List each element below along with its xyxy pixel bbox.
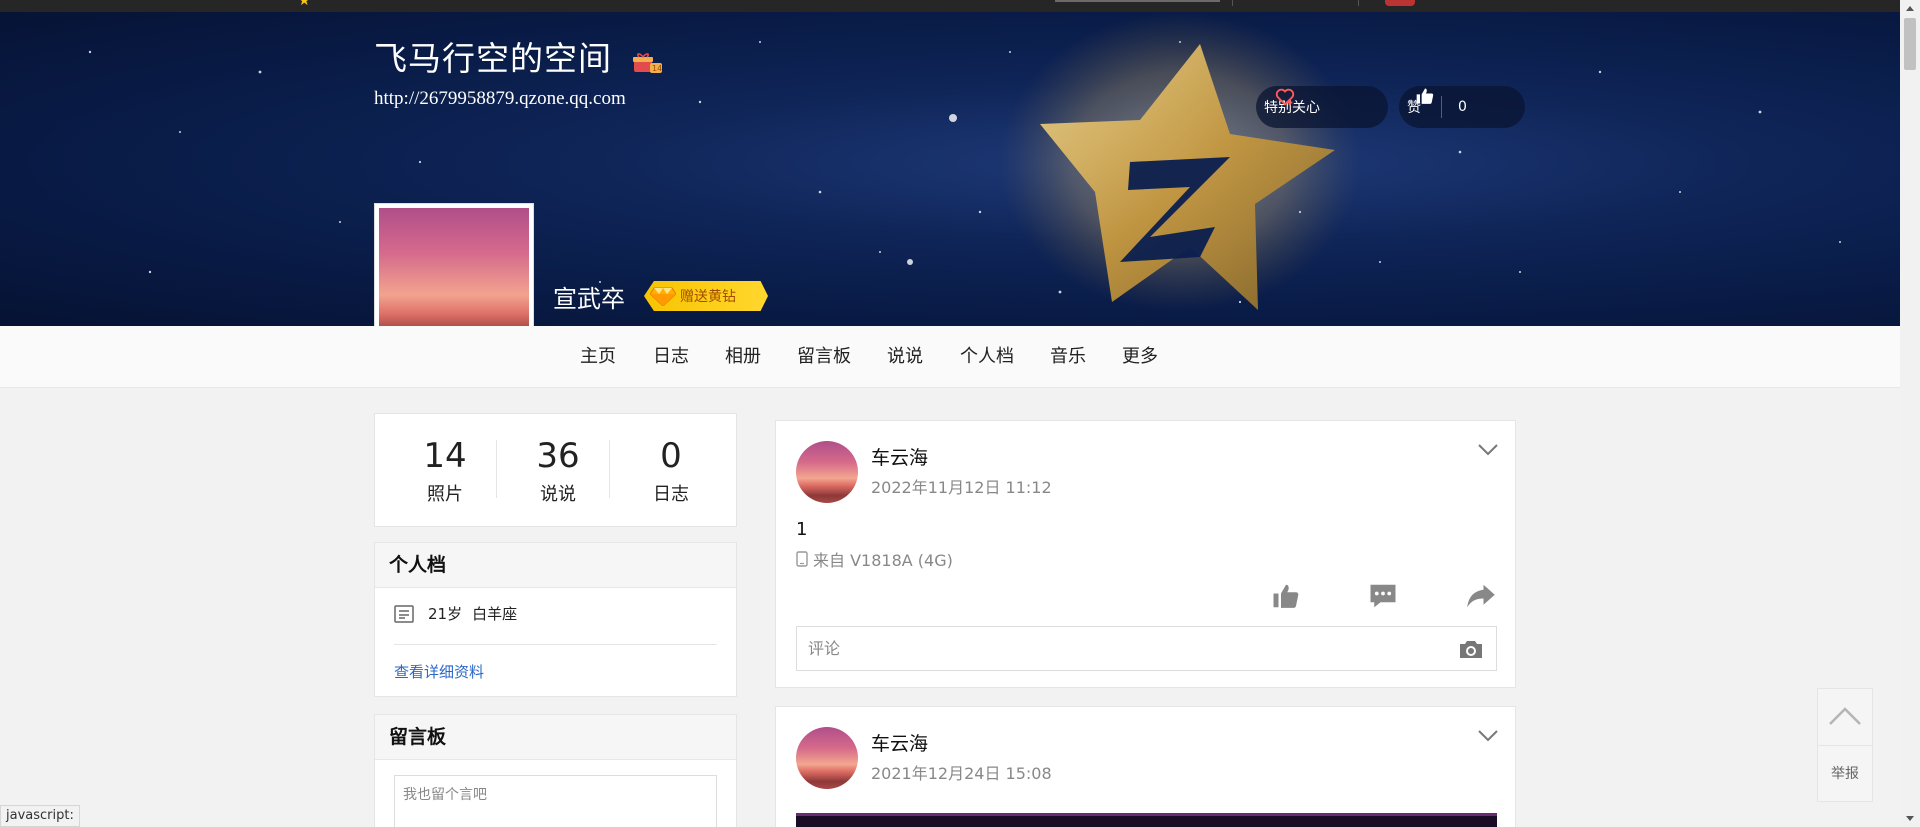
top-search-bar[interactable] — [1055, 0, 1220, 2]
back-to-top-button[interactable] — [1818, 689, 1872, 746]
profile-card-icon — [394, 604, 414, 623]
post-text: 1 — [796, 519, 808, 540]
main-nav: 主页 日志 相册 留言板 说说 个人档 音乐 更多 — [0, 326, 1900, 388]
feed-item: 车云海 2021年12月24日 15:08 — [775, 706, 1516, 827]
post-image[interactable] — [796, 813, 1497, 827]
post-time: 2022年11月12日 11:12 — [871, 478, 1052, 497]
guestbook-input[interactable]: 我也留个言吧 — [394, 775, 717, 827]
post-time: 2021年12月24日 15:08 — [871, 764, 1052, 783]
profile-heading: 个人档 — [375, 543, 736, 588]
nav-item-music[interactable]: 音乐 — [1050, 326, 1086, 388]
author-name[interactable]: 车云海 — [871, 729, 928, 756]
stats-card: 14 照片 36 说说 0 日志 — [374, 413, 737, 527]
stat-blog[interactable]: 0 日志 — [621, 436, 721, 506]
gift-vip-label: 赠送黄钻 — [680, 289, 736, 305]
stat-label: 照片 — [427, 484, 463, 505]
toolbar-divider — [1232, 0, 1233, 6]
like-count: 0 — [1458, 99, 1467, 115]
divider — [394, 644, 717, 645]
stat-divider — [609, 440, 610, 498]
gift-box-icon[interactable]: 14 — [632, 52, 662, 74]
browser-status-bar: javascript: — [0, 805, 80, 827]
nav-item-album[interactable]: 相册 — [725, 326, 761, 388]
stat-value: 0 — [660, 436, 682, 476]
space-title: 飞马行空的空间 — [374, 39, 612, 78]
camera-icon[interactable] — [1458, 638, 1484, 660]
cover-banner: 特别关心 赞 0 — [0, 12, 1900, 326]
profile-zodiac: 白羊座 — [472, 605, 518, 623]
thumbs-up-icon — [1416, 88, 1434, 104]
stat-value: 14 — [423, 436, 467, 476]
guestbook-card: 留言板 我也留个言吧 — [374, 714, 737, 827]
author-avatar[interactable] — [796, 727, 858, 789]
like-divider — [1441, 96, 1442, 118]
side-toolbar: 举报 — [1817, 688, 1873, 802]
space-url[interactable]: http://2679958879.qzone.qq.com — [374, 88, 626, 110]
heart-plus-icon — [1275, 88, 1295, 106]
nav-item-profile[interactable]: 个人档 — [960, 326, 1014, 388]
chevron-up-icon — [1829, 707, 1861, 725]
guestbook-heading: 留言板 — [375, 715, 736, 760]
owner-name[interactable]: 宣武卒 — [553, 279, 625, 314]
stat-label: 日志 — [653, 484, 689, 505]
stat-shuoshuo[interactable]: 36 说说 — [508, 436, 608, 506]
nav-item-more[interactable]: 更多 — [1122, 326, 1158, 388]
comment-box[interactable] — [796, 626, 1497, 671]
report-button[interactable]: 举报 — [1818, 747, 1872, 801]
author-avatar[interactable] — [796, 441, 858, 503]
nav-item-home[interactable]: 主页 — [580, 326, 616, 388]
share-icon[interactable] — [1466, 581, 1496, 611]
vertical-scrollbar[interactable] — [1900, 0, 1920, 827]
post-source: 来自 V1818A (4G) — [796, 547, 953, 571]
feed-item: 车云海 2022年11月12日 11:12 1 来自 V1818A (4G) — [775, 420, 1516, 688]
scrollbar-thumb[interactable] — [1904, 18, 1916, 70]
svg-text:14: 14 — [652, 64, 662, 73]
view-details-link[interactable]: 查看详细资料 — [394, 661, 484, 682]
like-button[interactable]: 赞 0 — [1399, 86, 1525, 128]
comment-icon[interactable] — [1368, 581, 1398, 611]
diamond-icon — [650, 287, 676, 306]
stat-label: 说说 — [540, 484, 576, 505]
nav-item-blog[interactable]: 日志 — [653, 326, 689, 388]
starfield-background — [88, 12, 1841, 312]
scroll-up-arrow-icon[interactable] — [1900, 0, 1920, 18]
chevron-down-icon[interactable] — [1477, 443, 1499, 457]
nav-item-guestbook[interactable]: 留言板 — [797, 326, 851, 388]
thumbs-up-icon[interactable] — [1271, 581, 1301, 611]
chevron-down-icon[interactable] — [1477, 729, 1499, 743]
comment-input[interactable] — [797, 627, 1397, 670]
stat-photos[interactable]: 14 照片 — [395, 436, 495, 506]
nav-item-shuoshuo[interactable]: 说说 — [887, 326, 923, 388]
stat-divider — [496, 440, 497, 498]
qzone-star-icon[interactable]: ★ — [298, 0, 324, 8]
special-care-button[interactable]: 特别关心 — [1256, 86, 1388, 128]
profile-age: 21岁 — [428, 605, 463, 623]
profile-card: 个人档 21岁 白羊座 查看详细资料 — [374, 542, 737, 697]
top-toolbar: ★ — [0, 0, 1900, 12]
stat-value: 36 — [536, 436, 580, 476]
post-source-text: 来自 V1818A (4G) — [813, 551, 953, 570]
profile-basic-info: 21岁 白羊座 — [394, 603, 517, 624]
author-name[interactable]: 车云海 — [871, 443, 928, 470]
top-user-avatar[interactable] — [1385, 0, 1415, 6]
gift-yellow-diamond-button[interactable]: 赠送黄钻 — [644, 281, 768, 311]
toolbar-divider — [1358, 0, 1359, 6]
scroll-down-arrow-icon[interactable] — [1900, 809, 1920, 827]
phone-icon — [796, 551, 808, 567]
